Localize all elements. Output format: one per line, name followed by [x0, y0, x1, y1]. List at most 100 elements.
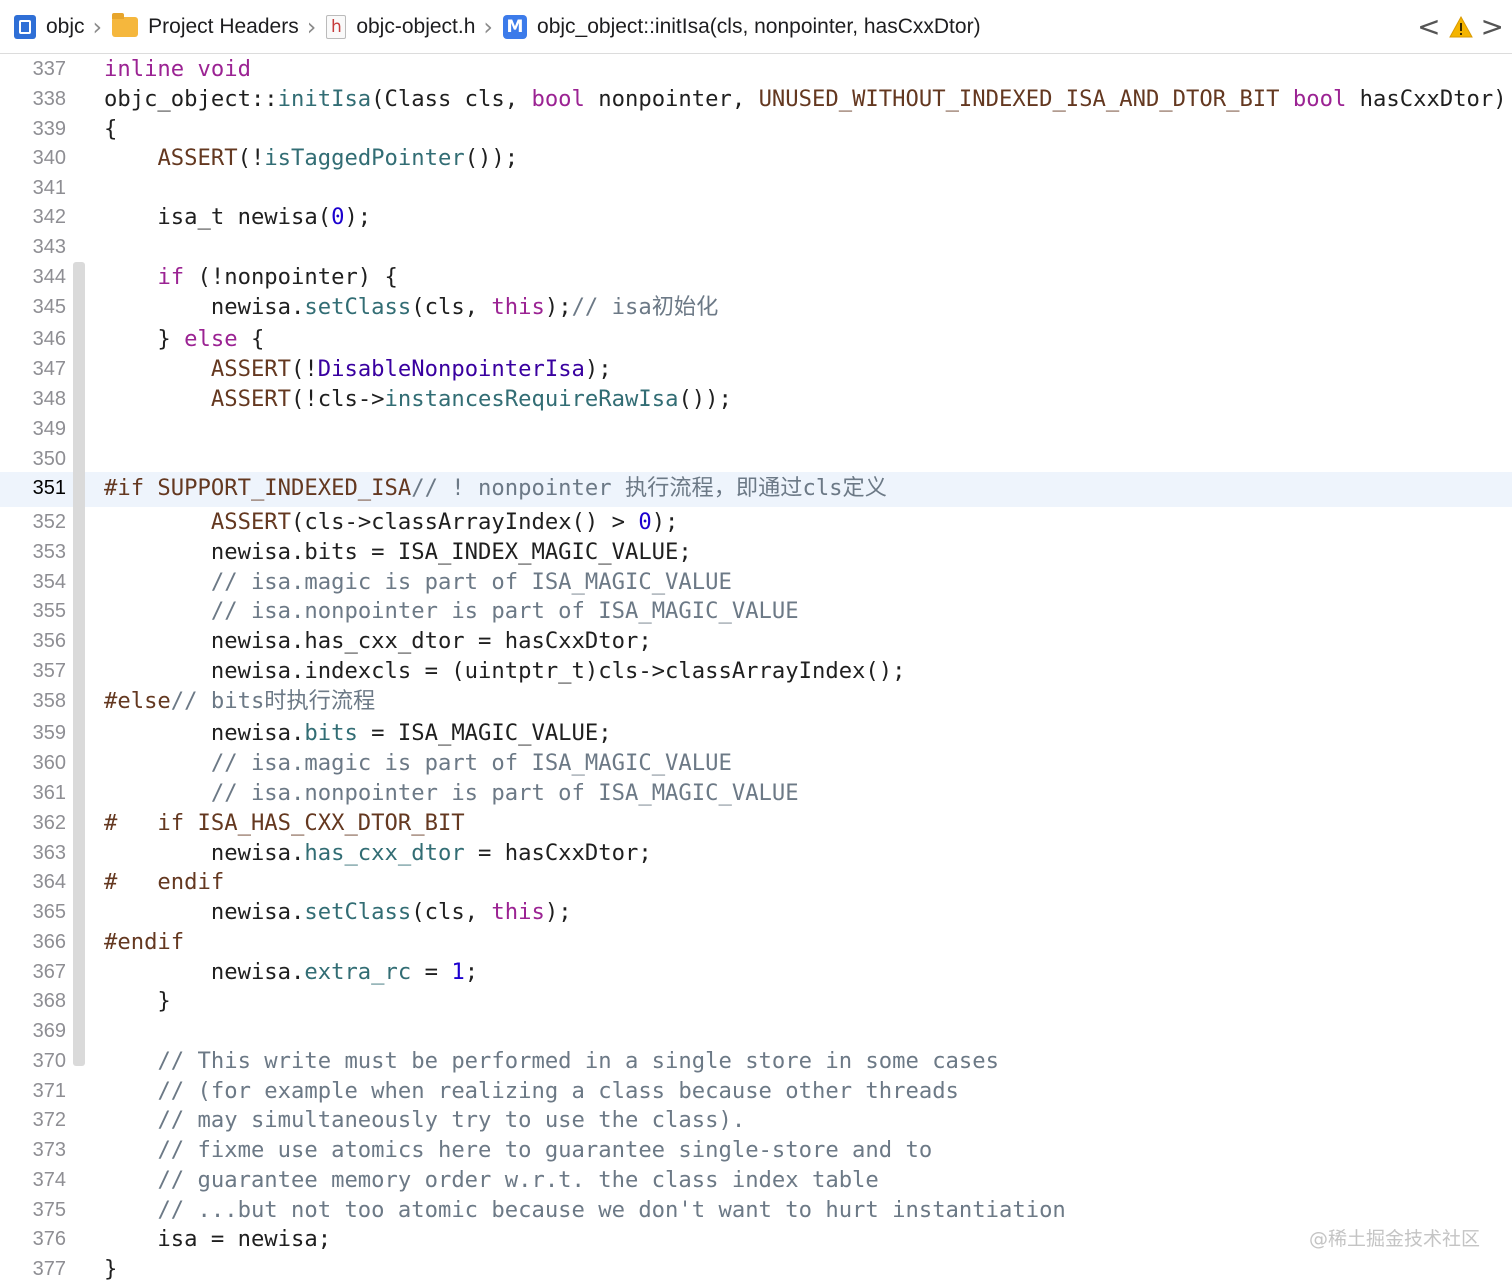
- line-number: 346: [32, 328, 66, 350]
- code-line[interactable]: 377}: [0, 1254, 1512, 1284]
- code-line[interactable]: 366 #endif: [0, 927, 1512, 957]
- line-number: 358: [32, 690, 66, 712]
- code-text: #else// bits时执行流程: [104, 688, 376, 714]
- code-line[interactable]: 369: [0, 1016, 1512, 1046]
- line-number: 351: [32, 477, 66, 499]
- code-line[interactable]: 343: [0, 232, 1512, 262]
- code-line[interactable]: 339 {: [0, 114, 1512, 144]
- line-number: 370: [32, 1050, 66, 1072]
- code-line[interactable]: 360 // isa.magic is part of ISA_MAGIC_VA…: [0, 748, 1512, 778]
- line-number: 344: [32, 266, 66, 288]
- code-line[interactable]: 367 newisa.extra_rc = 1;: [0, 957, 1512, 987]
- breadcrumb-item-file[interactable]: h objc-object.h: [326, 15, 475, 39]
- code-line[interactable]: 355 // isa.nonpointer is part of ISA_MAG…: [0, 596, 1512, 626]
- code-text: isa = newisa;: [104, 1226, 332, 1252]
- line-number: 347: [32, 358, 66, 380]
- code-line[interactable]: 346 } else {: [0, 324, 1512, 354]
- code-text: // fixme use atomics here to guarantee s…: [157, 1137, 933, 1163]
- code-text: # endif: [104, 869, 225, 895]
- code-line[interactable]: 370 // This write must be performed in a…: [0, 1046, 1512, 1076]
- code-text: // (for example when realizing a class b…: [157, 1078, 959, 1104]
- code-line[interactable]: 376 isa = newisa;: [0, 1224, 1512, 1254]
- code-text: // isa.magic is part of ISA_MAGIC_VALUE: [210, 750, 732, 776]
- code-text: ASSERT(!cls->instancesRequireRawIsa());: [210, 386, 732, 412]
- code-line[interactable]: 358 #else// bits时执行流程: [0, 686, 1512, 716]
- line-number: 364: [32, 871, 66, 893]
- code-line[interactable]: 345 newisa.setClass(cls, this);// isa初始化: [0, 292, 1512, 322]
- line-number: 372: [32, 1109, 66, 1131]
- code-line[interactable]: 362 # if ISA_HAS_CXX_DTOR_BIT: [0, 808, 1512, 838]
- line-number: 337: [32, 58, 66, 80]
- code-text: objc_object::initIsa(Class cls, bool non…: [104, 86, 1507, 112]
- breadcrumb-item-project[interactable]: objc: [14, 15, 85, 39]
- breadcrumb-item-method[interactable]: M objc_object::initIsa(cls, nonpointer, …: [503, 15, 981, 39]
- code-line[interactable]: 348 ASSERT(!cls->instancesRequireRawIsa(…: [0, 384, 1512, 414]
- line-number: 371: [32, 1080, 66, 1102]
- code-line[interactable]: 349: [0, 414, 1512, 444]
- code-text: isa_t newisa(0);: [104, 204, 372, 230]
- code-line[interactable]: 374 // guarantee memory order w.r.t. the…: [0, 1165, 1512, 1195]
- method-icon: M: [503, 15, 528, 39]
- code-line[interactable]: 351 #if SUPPORT_INDEXED_ISA// ! nonpointe…: [0, 473, 1512, 503]
- code-text: newisa.has_cxx_dtor = hasCxxDtor;: [104, 628, 652, 654]
- code-text: #if SUPPORT_INDEXED_ISA// ! nonpointer 执…: [104, 475, 887, 501]
- code-line[interactable]: 342 isa_t newisa(0);: [0, 202, 1512, 232]
- code-line[interactable]: 363 newisa.has_cxx_dtor = hasCxxDtor;: [0, 838, 1512, 868]
- line-number: 342: [32, 206, 66, 228]
- code-line[interactable]: 357 newisa.indexcls = (uintptr_t)cls->cl…: [0, 656, 1512, 686]
- code-line[interactable]: 341: [0, 173, 1512, 203]
- code-line[interactable]: 361 // isa.nonpointer is part of ISA_MAG…: [0, 778, 1512, 808]
- warning-icon[interactable]: [1448, 16, 1473, 38]
- forward-chevron-icon[interactable]: >: [1481, 13, 1504, 41]
- back-chevron-icon[interactable]: <: [1417, 13, 1440, 41]
- code-line[interactable]: 340 ASSERT(!isTaggedPointer());: [0, 143, 1512, 173]
- code-line[interactable]: 365 newisa.setClass(cls, this);: [0, 897, 1512, 927]
- code-line[interactable]: 364 # endif: [0, 867, 1512, 897]
- code-text: // ...but not too atomic because we don'…: [157, 1197, 1066, 1223]
- line-number: 368: [32, 990, 66, 1012]
- code-line[interactable]: 368 }: [0, 986, 1512, 1016]
- code-line[interactable]: 338 objc_object::initIsa(Class cls, bool …: [0, 84, 1512, 114]
- watermark: @稀土掘金技术社区: [1308, 1228, 1480, 1250]
- code-line[interactable]: 352 ASSERT(cls->classArrayIndex() > 0);: [0, 507, 1512, 537]
- line-number: 338: [32, 88, 66, 110]
- breadcrumb-item-group[interactable]: Project Headers: [112, 13, 299, 39]
- chevron-right-icon: ›: [483, 13, 494, 41]
- project-icon: [14, 15, 36, 39]
- code-text: // guarantee memory order w.r.t. the cla…: [157, 1167, 879, 1193]
- code-line[interactable]: 353 newisa.bits = ISA_INDEX_MAGIC_VALUE;: [0, 537, 1512, 567]
- code-line[interactable]: 350: [0, 444, 1512, 474]
- code-line[interactable]: 354 // isa.magic is part of ISA_MAGIC_VA…: [0, 567, 1512, 597]
- line-number: 341: [32, 177, 66, 199]
- code-line[interactable]: 347 ASSERT(!DisableNonpointerIsa);: [0, 354, 1512, 384]
- code-line[interactable]: 337 inline void: [0, 54, 1512, 84]
- chevron-right-icon: ›: [92, 13, 103, 41]
- code-text: // isa.magic is part of ISA_MAGIC_VALUE: [210, 569, 732, 595]
- code-editor[interactable]: 337 inline void338 objc_object::initIsa(Cl…: [0, 54, 1512, 1284]
- code-text: # if ISA_HAS_CXX_DTOR_BIT: [104, 810, 465, 836]
- navigation-controls: < >: [1417, 0, 1504, 54]
- line-number: 350: [32, 448, 66, 470]
- line-number: 343: [32, 236, 66, 258]
- breadcrumb-label: objc: [46, 15, 85, 38]
- code-line[interactable]: 359 newisa.bits = ISA_MAGIC_VALUE;: [0, 718, 1512, 748]
- code-line[interactable]: 356 newisa.has_cxx_dtor = hasCxxDtor;: [0, 626, 1512, 656]
- line-number: 349: [32, 418, 66, 440]
- line-number: 367: [32, 961, 66, 983]
- code-line[interactable]: 371 // (for example when realizing a cla…: [0, 1076, 1512, 1106]
- line-number: 345: [32, 296, 66, 318]
- code-line[interactable]: 372 // may simultaneously try to use the…: [0, 1105, 1512, 1135]
- code-text: // may simultaneously try to use the cla…: [157, 1107, 746, 1133]
- code-line[interactable]: 373 // fixme use atomics here to guarant…: [0, 1135, 1512, 1165]
- code-text: if (!nonpointer) {: [157, 264, 398, 290]
- code-text: ASSERT(!DisableNonpointerIsa);: [210, 356, 612, 382]
- code-text: // isa.nonpointer is part of ISA_MAGIC_V…: [210, 780, 799, 806]
- header-file-icon: h: [326, 15, 347, 39]
- code-line[interactable]: 344 if (!nonpointer) {: [0, 262, 1512, 292]
- code-text: newisa.has_cxx_dtor = hasCxxDtor;: [104, 840, 652, 866]
- code-line[interactable]: 375 // ...but not too atomic because we …: [0, 1195, 1512, 1225]
- line-number: 366: [32, 931, 66, 953]
- line-number: 369: [32, 1020, 66, 1042]
- code-text: ASSERT(cls->classArrayIndex() > 0);: [210, 509, 679, 535]
- line-number: 356: [32, 630, 66, 652]
